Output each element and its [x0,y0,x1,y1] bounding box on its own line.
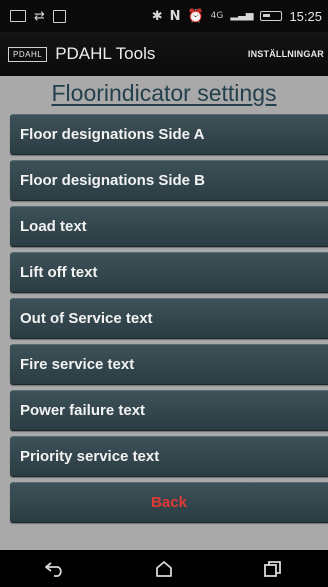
status-right-icons: ✱ N ⏰ 4G ▂▃▅ 15:25 [152,9,322,24]
settings-content: Floorindicator settings Floor designatio… [0,76,328,550]
priority-service-text-button[interactable]: Priority service text [10,436,328,477]
status-left-icons: ⇄ [10,8,66,24]
floor-designations-side-b-button[interactable]: Floor designations Side B [10,160,328,201]
load-text-button[interactable]: Load text [10,206,328,247]
nfc-icon: N [169,8,181,24]
settings-action-button[interactable]: INSTÄLLNINGAR [248,49,324,59]
app-logo: PDAHL [8,46,48,62]
fire-service-text-button[interactable]: Fire service text [10,344,328,385]
app-bar: PDAHL PDAHL Tools INSTÄLLNINGAR [0,32,328,76]
status-bar: ⇄ ✱ N ⏰ 4G ▂▃▅ 15:25 [0,0,328,32]
app-title: PDAHL Tools [55,44,156,63]
power-failure-text-button[interactable]: Power failure text [10,390,328,431]
page-title: Floorindicator settings [51,80,277,106]
screenshot-notification-icon [10,10,26,22]
back-button[interactable]: Back [10,482,328,523]
out-of-service-text-button[interactable]: Out of Service text [10,298,328,339]
signal-strength-icon: ▂▃▅ [230,10,254,21]
alarm-icon: ⏰ [187,8,204,24]
network-type-label: 4G [210,11,224,21]
battery-icon [260,11,283,21]
recent-apps-icon[interactable] [253,554,293,584]
floor-designations-side-a-button[interactable]: Floor designations Side A [10,114,328,155]
home-icon[interactable] [144,554,184,584]
bluetooth-icon: ✱ [151,8,163,24]
lift-off-text-button[interactable]: Lift off text [10,252,328,293]
code-notification-icon [52,9,66,23]
back-arrow-icon[interactable] [35,554,75,584]
status-time: 15:25 [289,8,322,24]
system-nav-bar [0,550,328,587]
usb-transfer-icon: ⇄ [34,8,45,24]
